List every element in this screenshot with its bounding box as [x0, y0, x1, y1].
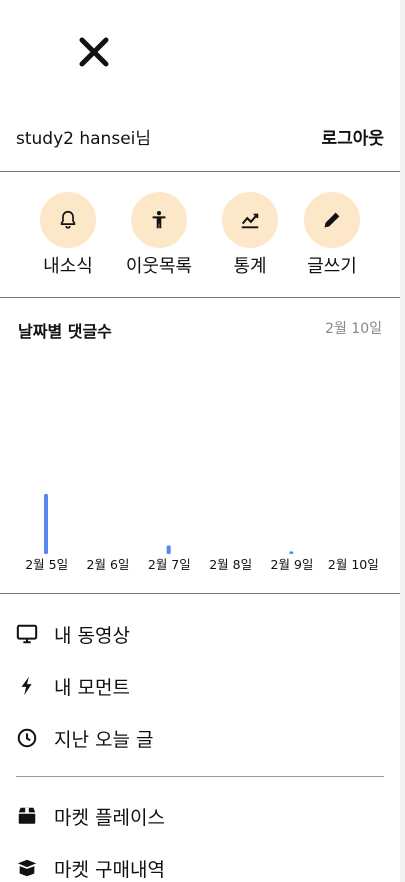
quick-action-news[interactable]: 내소식: [28, 192, 108, 278]
close-icon[interactable]: [76, 34, 112, 70]
menu-my-moments[interactable]: 내 모먼트: [16, 669, 384, 703]
user-row: study2 hansei님 로그아웃: [16, 120, 384, 152]
clock-icon: [16, 727, 38, 749]
chart-tick-label: 2월 6일: [87, 557, 130, 572]
quick-action-label: 통계: [233, 256, 267, 277]
bell-icon: [40, 192, 96, 248]
comments-bar-chart: 2월 5일 2월 6일 2월 7일 2월 8일 2월 9일 2월 10일: [25, 494, 379, 572]
quick-action-label: 글쓰기: [307, 256, 357, 277]
menu-market-purchases[interactable]: 마켓 구매내역: [16, 851, 384, 882]
menu-label: 마켓 구매내역: [54, 858, 165, 881]
menu-label: 내 모먼트: [54, 676, 130, 699]
chart-bar: [289, 551, 294, 554]
open-box-icon: [16, 857, 38, 879]
quick-action-label: 내소식: [43, 256, 93, 277]
divider: [0, 593, 400, 594]
box-icon: [16, 805, 38, 827]
chart-bar: [44, 494, 48, 554]
quick-action-write[interactable]: 글쓰기: [292, 192, 372, 278]
quick-action-label: 이웃목록: [125, 256, 193, 277]
menu-my-videos[interactable]: 내 동영상: [16, 617, 384, 651]
chart-title: 날짜별 댓글수: [18, 322, 112, 341]
chart-tick-label: 2월 7일: [148, 557, 191, 572]
menu-label: 내 동영상: [54, 624, 130, 647]
divider: [0, 297, 400, 298]
menu-label: 마켓 플레이스: [54, 806, 165, 829]
person-icon: [131, 192, 187, 248]
lightning-icon: [16, 675, 38, 697]
divider: [0, 171, 400, 172]
chart-tick-label: 2월 5일: [25, 557, 68, 572]
chart-tick-label: 2월 9일: [271, 557, 314, 572]
chart-date: 2월 10일: [325, 321, 382, 337]
logout-button[interactable]: 로그아웃: [321, 124, 384, 149]
chart-tick-label: 2월 10일: [328, 557, 379, 572]
background-page-edge: [400, 0, 405, 882]
quick-action-neighbors[interactable]: 이웃목록: [119, 192, 199, 278]
side-drawer: study2 hansei님 로그아웃 내소식 이웃목록 통계 글쓰기 날짜별 …: [0, 0, 400, 882]
menu-label: 지난 오늘 글: [54, 728, 154, 751]
chart-bar: [166, 545, 171, 554]
monitor-icon: [16, 623, 38, 645]
quick-action-stats[interactable]: 통계: [210, 192, 290, 278]
menu-marketplace[interactable]: 마켓 플레이스: [16, 799, 384, 833]
divider: [16, 776, 384, 777]
chart-tick-label: 2월 8일: [209, 557, 252, 572]
pencil-icon: [304, 192, 360, 248]
chart-icon: [222, 192, 278, 248]
user-name: study2 hansei님: [16, 128, 152, 149]
menu-past-today-posts[interactable]: 지난 오늘 글: [16, 721, 384, 755]
